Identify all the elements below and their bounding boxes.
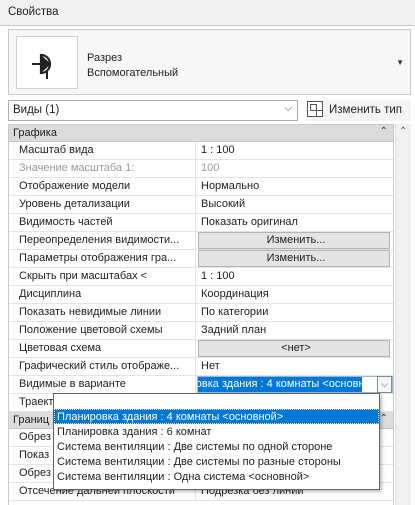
dropdown-option[interactable]: Планировка здания : 6 комнат: [54, 424, 379, 439]
variant-dropdown-list: Планировка здания : 4 комнаты <основной>…: [53, 393, 380, 490]
chevron-down-icon: ⌵: [284, 103, 292, 114]
property-value[interactable]: Координация: [197, 286, 393, 303]
dropdown-option[interactable]: Планировка здания : 4 комнаты <основной>: [54, 409, 379, 424]
variant-combo[interactable]: Планировка здания : 4 комнаты <основной>…: [197, 376, 393, 393]
property-name: Переопределения видимости...: [9, 232, 196, 249]
property-value: 100: [201, 162, 220, 174]
type-selector[interactable]: Разрез Вспомогательный ▼: [8, 29, 411, 95]
property-value[interactable]: Задний план: [197, 322, 393, 339]
property-edit-button[interactable]: Изменить...: [198, 250, 390, 267]
property-row: Значение масштаба 1: 100: [9, 160, 393, 178]
scrollbar[interactable]: ⌃: [395, 124, 411, 505]
scroll-up-icon[interactable]: ⌃: [399, 126, 407, 137]
property-edit-button[interactable]: <нет>: [198, 340, 390, 357]
variant-combo-text: Планировка здания : 4 комнаты <основной>: [198, 377, 362, 392]
collapse-icon[interactable]: ⌃: [380, 413, 388, 424]
property-row: Уровень детализации Высокий: [9, 196, 393, 214]
property-row: Скрыть при масштабах <1 : 100: [9, 268, 393, 286]
dropdown-option[interactable]: Система вентиляции : Одна система <основ…: [54, 469, 379, 484]
property-value[interactable]: По категории: [197, 304, 393, 321]
property-row: Дисциплина Координация: [9, 286, 393, 304]
section-view-icon: [16, 36, 78, 89]
property-name: Показать невидимые линии: [9, 304, 196, 321]
filter-row: Виды (1) ⌵ Изменить тип: [8, 100, 411, 122]
type-name: Разрез Вспомогательный: [87, 51, 178, 81]
property-row: Видимые в вариантеПланировка здания : 4 …: [9, 376, 393, 394]
property-edit-button[interactable]: Изменить...: [198, 232, 390, 249]
property-value[interactable]: Показать оригинал: [197, 214, 393, 231]
chevron-down-icon[interactable]: ⌵: [377, 376, 392, 393]
property-name: Значение масштаба 1:: [9, 160, 196, 177]
property-row: Показать невидимые линии По категории: [9, 304, 393, 322]
dropdown-option[interactable]: Система вентиляции : Две системы по разн…: [54, 454, 379, 469]
property-name: Дисциплина: [9, 286, 196, 303]
collapse-icon[interactable]: ⌃: [380, 126, 388, 137]
property-value[interactable]: Нормально: [197, 178, 393, 195]
property-name: Параметры отображения гра...: [9, 250, 196, 267]
property-name: Уровень детализации: [9, 196, 196, 213]
filter-value: Виды (1): [13, 104, 60, 116]
property-row: Параметры отображения гра... Изменить...: [9, 250, 393, 268]
property-name: Положение цветовой схемы: [9, 322, 196, 339]
property-name: Видимость частей: [9, 214, 196, 231]
property-value[interactable]: 1 : 100: [197, 268, 393, 285]
property-value[interactable]: 1 : 100: [197, 142, 393, 159]
edit-type-label: Изменить тип: [329, 104, 402, 116]
property-row: Цветовая схема <нет>: [9, 340, 393, 358]
type-dropdown-arrow-icon[interactable]: ▼: [396, 58, 404, 67]
property-row: Отображение модели Нормально: [9, 178, 393, 196]
dropdown-field-text: [54, 394, 379, 409]
property-name: Отображение модели: [9, 178, 196, 195]
property-value[interactable]: Высокий: [197, 196, 393, 213]
property-name: Цветовая схема: [9, 340, 196, 357]
property-row: Переопределения видимости... Изменить...: [9, 232, 393, 250]
type-type: Вспомогательный: [87, 67, 179, 79]
edit-type-button[interactable]: Изменить тип: [306, 100, 411, 121]
instance-filter-select[interactable]: Виды (1) ⌵: [8, 100, 298, 121]
property-row: Положение цветовой схемы Задний план: [9, 322, 393, 340]
variant-combo-value: Планировка здания : 4 комнаты <основной>: [198, 378, 362, 390]
property-value[interactable]: Нет: [197, 358, 393, 375]
property-name: Графический стиль отображе...: [9, 358, 196, 375]
dropdown-option[interactable]: Система вентиляции : Две системы по одно…: [54, 439, 379, 454]
section-header[interactable]: Графика ⌃: [9, 125, 393, 142]
section-label: Графика: [13, 127, 57, 139]
property-row: Масштаб вида 1 : 100: [9, 142, 393, 160]
properties-palette-title: Свойства: [0, 0, 415, 26]
property-name: Масштаб вида: [9, 142, 196, 159]
property-name: Скрыть при масштабах <: [9, 268, 196, 285]
property-row: Видимость частей Показать оригинал: [9, 214, 393, 232]
edit-type-icon: [307, 101, 323, 117]
property-row: Графический стиль отображе... Нет: [9, 358, 393, 376]
type-family: Разрез: [87, 52, 123, 64]
property-name: Видимые в варианте: [9, 376, 196, 393]
section-label: Границ: [13, 414, 50, 426]
